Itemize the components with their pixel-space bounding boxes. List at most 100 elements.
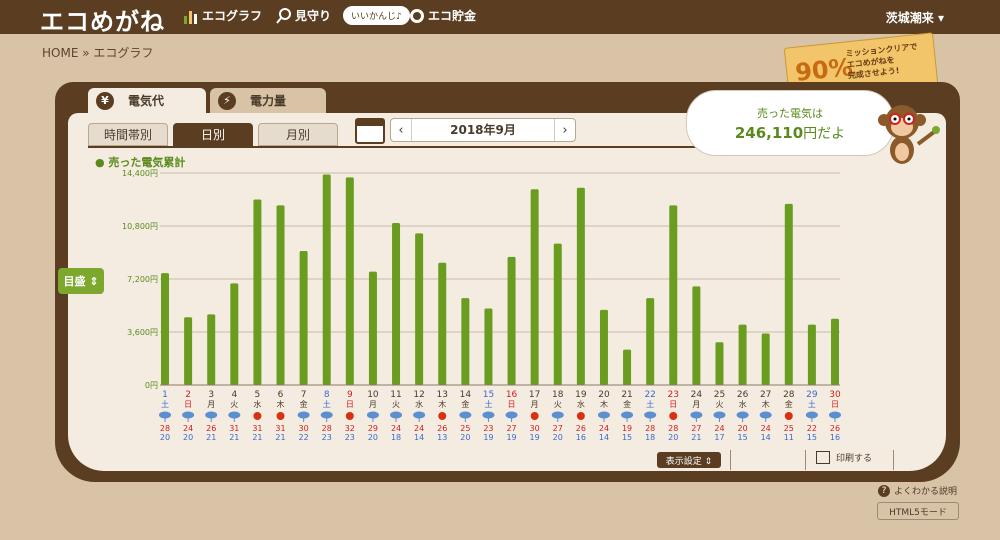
month-navigator: ‹ 2018年9月 › (390, 118, 576, 142)
high-temp: 24 (599, 424, 609, 433)
weekday-label: 木 (600, 399, 608, 409)
bar (831, 318, 839, 385)
day-label: 30 (829, 390, 841, 400)
print-button[interactable]: 印刷する (816, 451, 872, 464)
high-temp: 31 (252, 424, 262, 433)
high-temp: 24 (761, 424, 771, 433)
tab-label: 電気代 (128, 94, 165, 108)
nav-eco-saving[interactable]: エコ貯金 (409, 7, 476, 24)
weekday-label: 水 (577, 399, 585, 409)
weekday-label: 月 (369, 400, 377, 409)
calendar-icon[interactable] (355, 118, 385, 144)
day-label: 23 (668, 390, 679, 400)
weekday-label: 木 (277, 399, 285, 409)
bar (576, 187, 585, 385)
nav-label: エコグラフ (202, 9, 263, 23)
day-label: 13 (437, 390, 448, 400)
day-label: 19 (575, 390, 587, 400)
weekday-label: 木 (762, 399, 770, 409)
low-temp: 20 (553, 433, 563, 442)
low-temp: 21 (206, 433, 216, 442)
high-temp: 30 (299, 424, 309, 433)
day-label: 1 (162, 390, 168, 400)
day-label: 12 (413, 390, 424, 400)
weekday-label: 金 (461, 399, 469, 409)
divider (805, 450, 806, 470)
day-label: 8 (324, 390, 330, 400)
weekday-label: 土 (484, 399, 492, 409)
weekday-label: 火 (230, 400, 238, 409)
sun-icon (669, 412, 678, 420)
weekday-label: 火 (715, 400, 723, 409)
low-temp: 20 (460, 433, 470, 442)
bar (599, 309, 608, 385)
html5-mode-button[interactable]: HTML5モード (877, 502, 959, 520)
bar (530, 189, 539, 385)
bar (415, 233, 424, 385)
day-label: 28 (783, 390, 795, 400)
high-temp: 23 (483, 424, 493, 433)
low-temp: 19 (530, 433, 540, 442)
bar (207, 314, 216, 385)
day-label: 15 (483, 390, 494, 400)
sun-icon (438, 412, 447, 420)
nav-label: エコ貯金 (428, 9, 477, 23)
weekday-label: 金 (623, 399, 631, 409)
subtab-daily[interactable]: 日別 (173, 123, 253, 146)
subtab-monthly[interactable]: 月別 (258, 123, 338, 146)
high-temp: 25 (460, 424, 470, 433)
bar (692, 286, 701, 385)
nav-eco-graph[interactable]: エコグラフ (183, 7, 262, 24)
bar (322, 174, 331, 385)
bar (276, 205, 285, 385)
monkey-mascot-icon (878, 105, 940, 164)
low-temp: 20 (668, 433, 678, 442)
bar-graph-icon (183, 8, 199, 24)
day-label: 21 (621, 390, 632, 400)
printer-icon (816, 451, 830, 464)
low-temp: 17 (714, 433, 724, 442)
bar (807, 324, 816, 385)
high-temp: 27 (553, 424, 563, 433)
day-label: 17 (529, 390, 540, 400)
help-link[interactable]: ? よくわかる説明 (878, 484, 957, 497)
lightning-icon: ⚡ (218, 91, 236, 110)
month-label: 2018年9月 (411, 119, 555, 141)
bar (484, 308, 493, 385)
day-label: 24 (691, 390, 703, 400)
high-temp: 31 (229, 424, 239, 433)
high-temp: 24 (391, 424, 401, 433)
bar (230, 283, 239, 385)
question-icon: ? (878, 484, 890, 497)
app-logo[interactable]: エコめがね (40, 2, 165, 37)
nav-watch[interactable]: 見守り (276, 7, 331, 24)
weekday-label: 日 (669, 400, 677, 409)
bar (161, 273, 169, 385)
sold-unit: 円だよ (803, 126, 846, 142)
day-label: 14 (460, 390, 472, 400)
bar (299, 251, 308, 385)
low-temp: 14 (761, 433, 771, 442)
tab-electricity-cost[interactable]: ¥ 電気代 (88, 88, 206, 113)
high-temp: 26 (206, 424, 216, 433)
high-temp: 30 (530, 424, 540, 433)
high-temp: 28 (668, 424, 678, 433)
subtab-hourly[interactable]: 時間帯別 (88, 123, 168, 146)
sun-icon (784, 412, 793, 420)
yen-icon: ¥ (96, 91, 114, 110)
bar (715, 342, 724, 385)
day-label: 9 (347, 390, 353, 400)
help-label: よくわかる説明 (894, 487, 958, 497)
low-temp: 14 (414, 433, 424, 442)
weekday-label: 土 (161, 399, 169, 409)
weekday-label: 日 (831, 400, 839, 409)
prev-month-button[interactable]: ‹ (391, 123, 411, 138)
tab-electricity-amount[interactable]: ⚡ 電力量 (210, 88, 326, 113)
user-menu[interactable]: 茨城潮来 ▾ (886, 9, 944, 26)
print-label: 印刷する (836, 454, 873, 464)
next-month-button[interactable]: › (555, 123, 575, 138)
sold-amount: 246,110 (734, 124, 804, 142)
low-temp: 15 (622, 433, 632, 442)
display-settings-button[interactable]: 表示設定 ⇕ (657, 452, 721, 468)
high-temp: 26 (830, 424, 840, 433)
